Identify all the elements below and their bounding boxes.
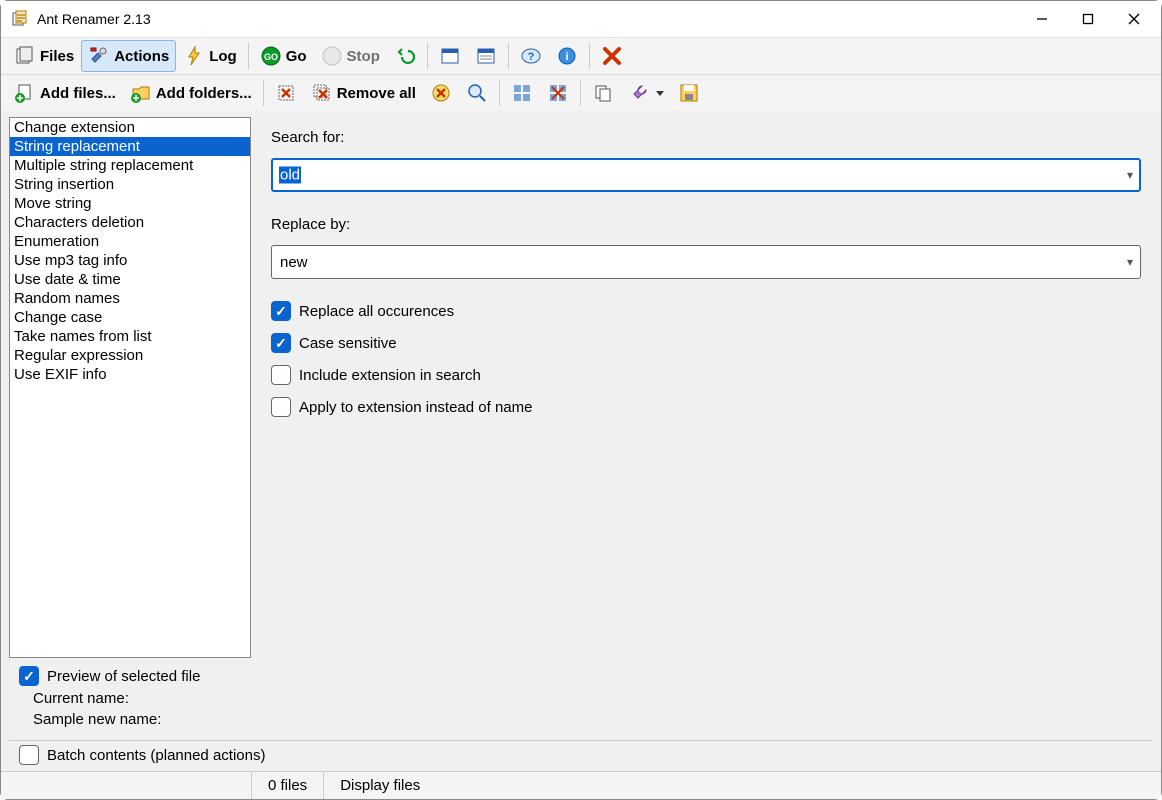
operation-item[interactable]: Move string [10,194,250,213]
remove-dead-button[interactable] [423,77,459,109]
checkbox-icon [271,333,291,353]
remove-bad-icon [430,82,452,104]
lightning-icon [183,45,205,67]
preview-button[interactable] [459,77,495,109]
operation-item[interactable]: Use mp3 tag info [10,251,250,270]
window-icon [439,45,461,67]
operation-panel: Search for: old ▾ Replace by: ▾ [271,117,1153,658]
help-icon: ? [520,45,542,67]
remove-item-icon [275,82,297,104]
operation-item[interactable]: Enumeration [10,232,250,251]
grid-x-icon [547,82,569,104]
operation-item[interactable]: Regular expression [10,346,250,365]
select-none-button[interactable] [540,77,576,109]
stop-icon [321,45,343,67]
maximize-button[interactable] [1065,3,1111,35]
wrench-icon [628,82,650,104]
help-button[interactable]: ? [513,40,549,72]
go-icon: GO [260,45,282,67]
include-extension-checkbox[interactable]: Include extension in search [271,365,1141,385]
remove-all-icon [311,82,333,104]
replace-all-checkbox[interactable]: Replace all occurences [271,301,1141,321]
status-display[interactable]: Display files [323,772,436,799]
add-folder-icon [130,82,152,104]
replace-by-input[interactable] [271,245,1141,279]
undo-button[interactable] [387,40,423,72]
files-tab[interactable]: Files [7,40,81,72]
operation-item[interactable]: Characters deletion [10,213,250,232]
floppy-icon [678,82,700,104]
actions-tab[interactable]: Actions [81,40,176,72]
copy-button[interactable] [585,77,621,109]
about-button[interactable]: i [549,40,585,72]
svg-text:?: ? [528,51,535,63]
replace-by-combo[interactable]: ▾ [271,245,1141,279]
operation-item[interactable]: Change extension [10,118,250,137]
chevron-down-icon [656,91,664,96]
batch-new-button[interactable] [432,40,468,72]
sample-name-row: Sample new name: [19,711,1147,728]
files-icon [14,45,36,67]
tools-icon [88,45,110,67]
undo-icon [394,45,416,67]
operation-item[interactable]: String replacement [10,137,250,156]
operation-item[interactable]: Random names [10,289,250,308]
window-list-icon [475,45,497,67]
search-for-input[interactable] [271,158,1141,192]
window-title: Ant Renamer 2.13 [37,11,151,27]
remove-all-button[interactable]: Remove all [304,77,423,109]
operation-item[interactable]: String insertion [10,175,250,194]
magnifier-icon [466,82,488,104]
batch-section: Batch contents (planned actions) [9,740,1153,771]
operation-item[interactable]: Use EXIF info [10,365,250,384]
preview-section: Preview of selected file Current name: S… [9,664,1153,734]
copy-icon [592,82,614,104]
info-icon: i [556,45,578,67]
apply-to-extension-checkbox[interactable]: Apply to extension instead of name [271,397,1141,417]
operation-item[interactable]: Multiple string replacement [10,156,250,175]
checkbox-icon [271,301,291,321]
status-bar: 0 files Display files [1,771,1161,799]
svg-text:GO: GO [264,52,278,62]
status-files: 0 files [251,772,323,799]
minimize-button[interactable] [1019,3,1065,35]
app-icon [11,10,29,28]
go-button[interactable]: GO Go [253,40,314,72]
svg-text:i: i [565,51,568,63]
search-for-combo[interactable]: old ▾ [271,158,1141,192]
replace-by-label: Replace by: [271,216,1141,233]
checkbox-icon [19,745,39,765]
operation-item[interactable]: Change case [10,308,250,327]
add-folders-button[interactable]: Add folders... [123,77,259,109]
operation-item[interactable]: Use date & time [10,270,250,289]
log-tab[interactable]: Log [176,40,244,72]
batch-open-button[interactable] [468,40,504,72]
main-toolbar: Files Actions Log GO Go Stop ? i [1,37,1161,74]
operation-list[interactable]: Change extensionString replacementMultip… [9,117,251,658]
files-toolbar: Add files... Add folders... Remove all [1,74,1161,111]
remove-selected-button[interactable] [268,77,304,109]
close-button[interactable] [1111,3,1157,35]
checkbox-icon [271,365,291,385]
checkbox-icon [19,666,39,686]
delete-x-icon [601,45,623,67]
delete-button[interactable] [594,40,630,72]
operation-item[interactable]: Take names from list [10,327,250,346]
batch-checkbox[interactable]: Batch contents (planned actions) [19,745,1143,765]
add-file-icon [14,82,36,104]
select-all-button[interactable] [504,77,540,109]
current-name-row: Current name: [19,690,1147,707]
preview-checkbox[interactable]: Preview of selected file [19,666,200,686]
grid-icon [511,82,533,104]
options-button[interactable] [621,77,671,109]
case-sensitive-checkbox[interactable]: Case sensitive [271,333,1141,353]
titlebar: Ant Renamer 2.13 [1,1,1161,37]
search-for-label: Search for: [271,129,1141,146]
add-files-button[interactable]: Add files... [7,77,123,109]
stop-button[interactable]: Stop [314,40,387,72]
save-button[interactable] [671,77,707,109]
checkbox-icon [271,397,291,417]
